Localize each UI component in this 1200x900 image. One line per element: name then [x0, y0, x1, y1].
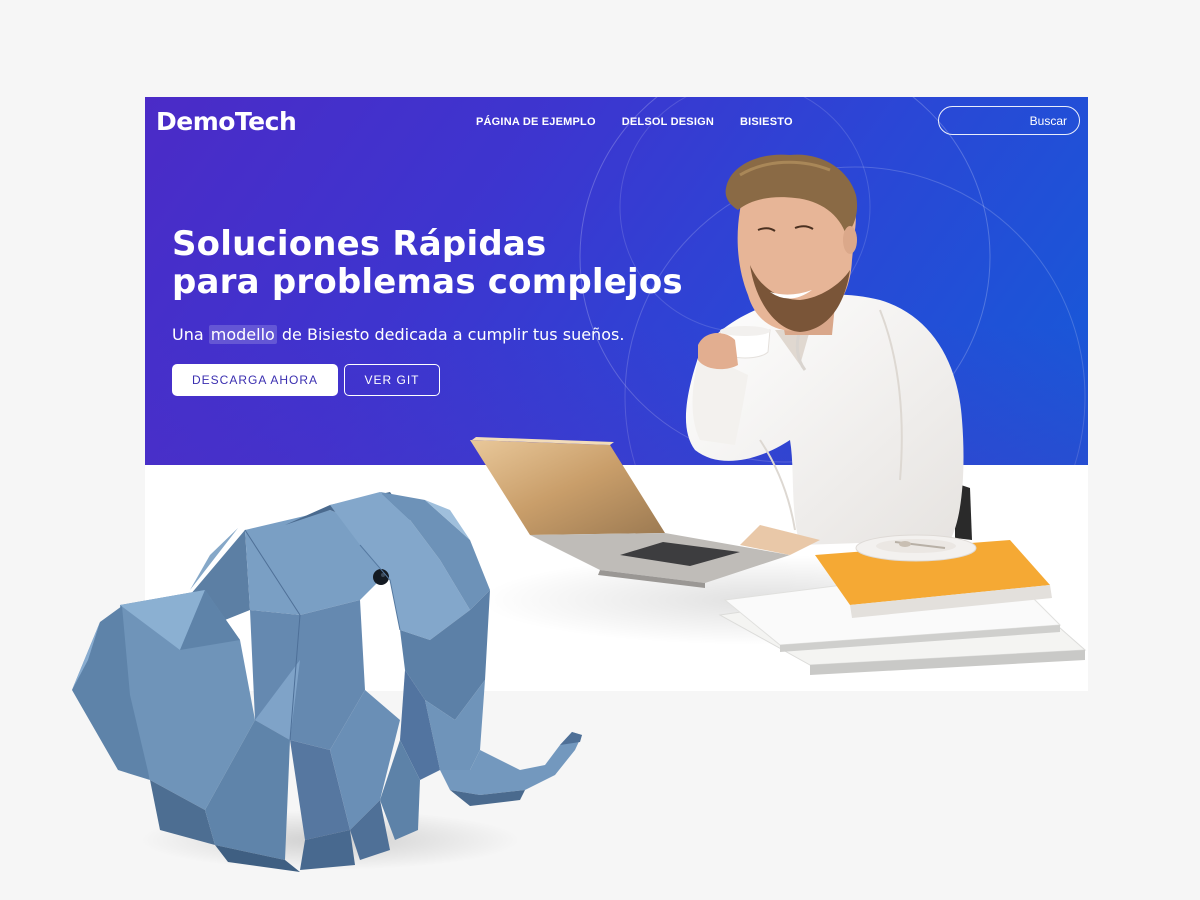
nav-item-pagina-de-ejemplo[interactable]: PÁGINA DE EJEMPLO	[476, 115, 596, 129]
main-nav: PÁGINA DE EJEMPLO DELSOL DESIGN BISIESTO	[476, 115, 793, 129]
download-now-button[interactable]: DESCARGA AHORA	[172, 364, 338, 396]
hero-section: DemoTech PÁGINA DE EJEMPLO DELSOL DESIGN…	[145, 97, 1088, 465]
hero-headline-line-1: Soluciones Rápidas	[172, 224, 547, 264]
brand-logo[interactable]: DemoTech	[156, 107, 297, 137]
website-mockup: DemoTech PÁGINA DE EJEMPLO DELSOL DESIGN…	[145, 97, 1088, 691]
hero-subtitle-start: Una	[172, 325, 209, 344]
nav-item-delsol-design[interactable]: DELSOL DESIGN	[622, 115, 714, 129]
search-input[interactable]	[949, 111, 1023, 131]
hero-subtitle-end: de Bisiesto dedicada a cumplir tus sueño…	[276, 325, 625, 344]
hero-subtitle-highlight: modello	[208, 325, 277, 344]
view-git-button[interactable]: VER GIT	[344, 364, 440, 396]
hero-subtitle: Una modello de Bisiesto dedicada a cumpl…	[172, 325, 624, 345]
hero-headline: Soluciones Rápidas para problemas comple…	[172, 225, 732, 301]
search-button[interactable]: Buscar	[1030, 114, 1067, 128]
showcase-canvas: DemoTech PÁGINA DE EJEMPLO DELSOL DESIGN…	[0, 0, 1200, 900]
hero-headline-line-2: para problemas complejos	[172, 262, 683, 302]
nav-item-bisiesto[interactable]: BISIESTO	[740, 115, 793, 129]
search-box[interactable]: Buscar	[938, 106, 1080, 135]
